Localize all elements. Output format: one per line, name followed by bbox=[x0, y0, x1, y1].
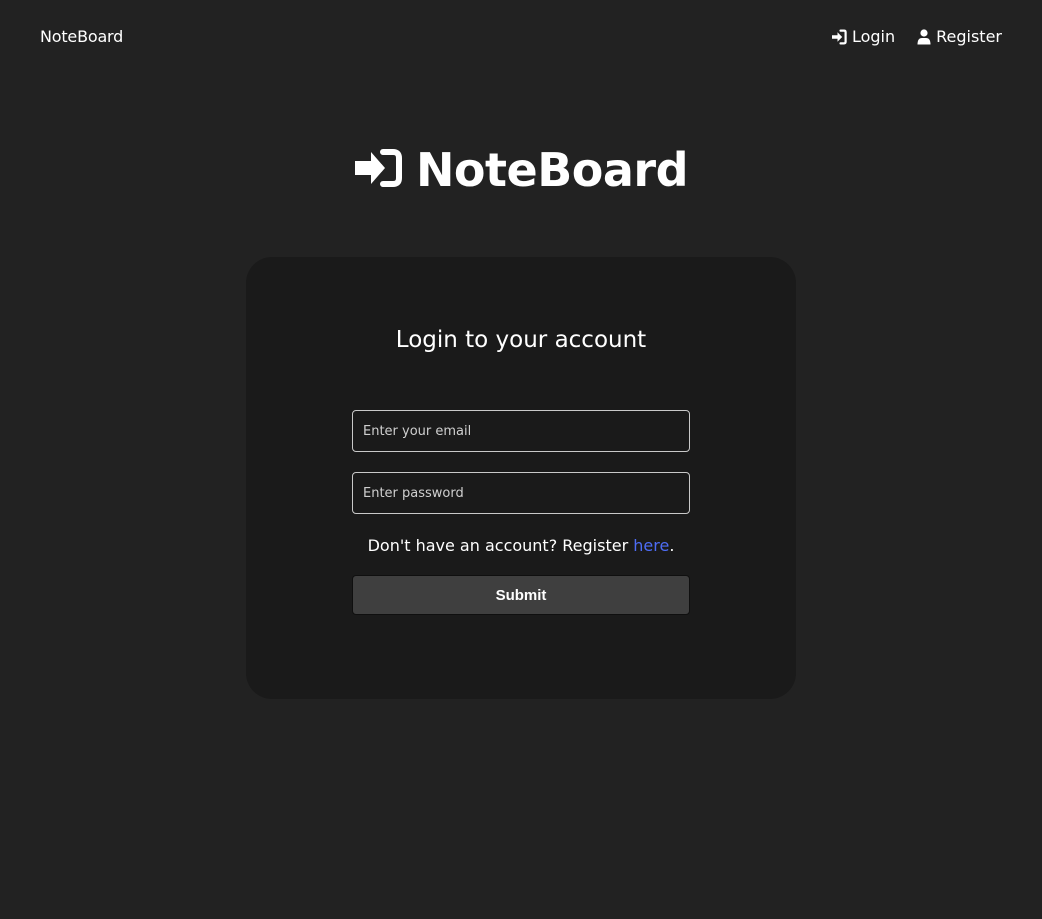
nav-register-link[interactable]: Register bbox=[917, 27, 1002, 47]
form-title: Login to your account bbox=[395, 327, 647, 353]
user-icon bbox=[917, 29, 931, 45]
submit-button[interactable]: Submit bbox=[352, 575, 690, 615]
hero-title: NoteBoard bbox=[415, 143, 689, 197]
register-here-link[interactable]: here bbox=[633, 536, 669, 555]
login-icon bbox=[831, 29, 847, 45]
nav-login-link[interactable]: Login bbox=[831, 27, 895, 47]
register-prompt-period: . bbox=[669, 536, 675, 555]
hero-logo: NoteBoard bbox=[0, 140, 1042, 200]
top-navbar: NoteBoard Login Register bbox=[0, 0, 1042, 76]
email-input[interactable] bbox=[352, 410, 690, 452]
brand-link[interactable]: NoteBoard bbox=[40, 27, 123, 47]
login-icon bbox=[354, 148, 404, 192]
register-prompt: Don't have an account? Register here. bbox=[246, 536, 796, 556]
register-prompt-text: Don't have an account? Register bbox=[367, 536, 634, 555]
login-card: Login to your account Don't have an acco… bbox=[246, 257, 796, 699]
password-input[interactable] bbox=[352, 472, 690, 514]
nav-register-label: Register bbox=[936, 27, 1002, 46]
nav-links: Login Register bbox=[831, 27, 1002, 47]
nav-login-label: Login bbox=[851, 27, 896, 46]
